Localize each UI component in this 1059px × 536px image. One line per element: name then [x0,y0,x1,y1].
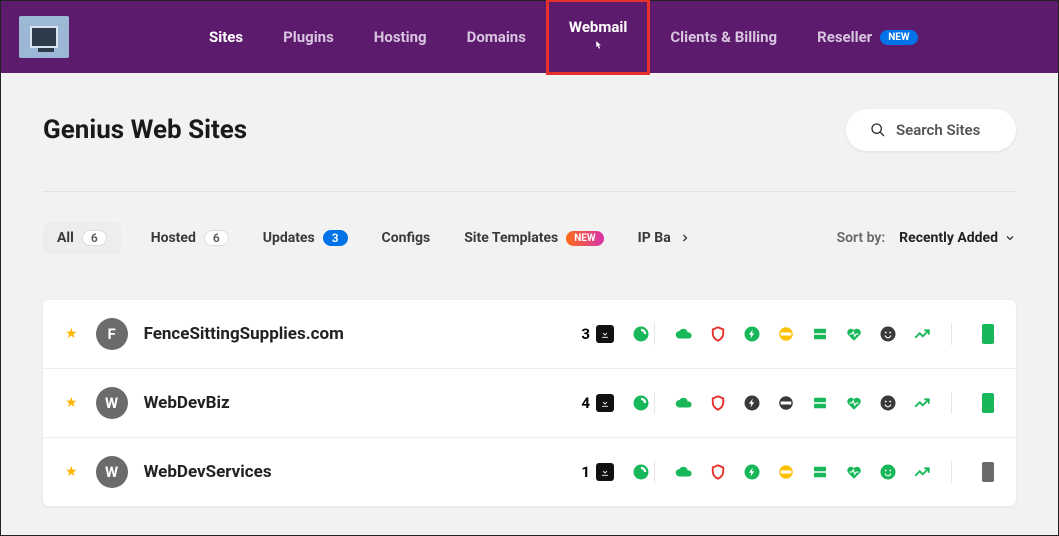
download-icon [596,325,614,343]
book-icon[interactable] [982,393,994,413]
nav-hosting[interactable]: Hosting [354,18,447,56]
star-icon[interactable]: ★ [65,464,78,480]
nav-webmail-label: Webmail [569,18,627,36]
nav-webmail[interactable]: Webmail [546,0,650,75]
update-count[interactable]: 3 [581,325,614,343]
search-placeholder-text: Search Sites [896,121,980,139]
sites-list: ★ F FenceSittingSupplies.com 3 [43,300,1016,506]
chevron-right-icon [679,232,691,244]
new-badge: NEW [880,30,917,45]
site-row[interactable]: ★ F FenceSittingSupplies.com 3 [43,300,1016,369]
cloud-icon[interactable] [675,394,693,412]
swirl-icon[interactable] [632,325,650,343]
bolt-icon[interactable] [743,463,761,481]
site-avatar: W [96,387,128,419]
tab-hosted[interactable]: Hosted 6 [147,222,233,254]
site-name[interactable]: FenceSittingSupplies.com [144,324,582,344]
heartbeat-icon[interactable] [845,463,863,481]
download-icon [596,463,614,481]
bolt-icon[interactable] [743,325,761,343]
nav-reseller[interactable]: Reseller NEW [797,18,938,56]
nav-plugins[interactable]: Plugins [263,18,354,56]
sort-label: Sort by: [837,230,886,246]
server-icon[interactable] [811,463,829,481]
site-name[interactable]: WebDevServices [144,462,582,482]
tab-updates-count: 3 [323,230,348,246]
status-icons [650,392,994,414]
nav-sites[interactable]: Sites [189,18,263,56]
update-count-value: 4 [581,394,590,412]
tab-ip-backups[interactable]: IP Ba [634,222,695,254]
smile-icon[interactable] [879,463,897,481]
new-pill: NEW [566,231,603,246]
coin-icon[interactable] [777,325,795,343]
cloud-icon[interactable] [675,325,693,343]
filter-tabs: All 6 Hosted 6 Updates 3 Configs Site Te… [43,222,1016,254]
smile-icon[interactable] [879,394,897,412]
status-icons [650,323,994,345]
page-title: Genius Web Sites [43,115,247,145]
tab-configs[interactable]: Configs [378,222,435,254]
site-avatar: F [96,318,128,350]
sort-value-text: Recently Added [899,230,998,246]
sort-dropdown[interactable]: Recently Added [899,230,1016,246]
tab-hosted-label: Hosted [151,230,196,246]
divider [43,191,1016,192]
sort-control: Sort by: Recently Added [837,230,1016,246]
brand-logo[interactable] [19,16,69,58]
shield-icon[interactable] [709,325,727,343]
book-icon[interactable] [982,462,994,482]
update-count-value: 3 [581,325,590,343]
nav-domains[interactable]: Domains [447,18,546,56]
bolt-icon[interactable] [743,394,761,412]
update-count[interactable]: 4 [581,394,614,412]
cloud-icon[interactable] [675,463,693,481]
tab-templates-label: Site Templates [464,230,558,246]
swirl-icon[interactable] [632,463,650,481]
page-content: Genius Web Sites Search Sites All 6 Host… [1,73,1058,506]
tab-site-templates[interactable]: Site Templates NEW [460,222,607,254]
book-icon[interactable] [982,324,994,344]
site-row[interactable]: ★ W WebDevServices 1 [43,438,1016,506]
cursor-pointer-icon [591,38,605,56]
tab-updates[interactable]: Updates 3 [259,222,352,254]
top-navbar: Sites Plugins Hosting Domains Webmail Cl… [1,1,1058,73]
site-name[interactable]: WebDevBiz [144,393,582,413]
tab-updates-label: Updates [263,230,315,246]
coin-icon[interactable] [777,463,795,481]
trend-icon[interactable] [913,325,931,343]
site-avatar: W [96,456,128,488]
tab-all-count: 6 [82,230,107,246]
tab-hosted-count: 6 [204,230,229,246]
download-icon [596,394,614,412]
site-row[interactable]: ★ W WebDevBiz 4 [43,369,1016,438]
star-icon[interactable]: ★ [65,395,78,411]
chevron-down-icon [1004,232,1016,244]
tab-all-label: All [57,230,74,246]
server-icon[interactable] [811,325,829,343]
primary-nav: Sites Plugins Hosting Domains Webmail Cl… [189,0,938,75]
trend-icon[interactable] [913,463,931,481]
status-icons [650,461,994,483]
star-icon[interactable]: ★ [65,326,78,342]
heartbeat-icon[interactable] [845,325,863,343]
coin-icon[interactable] [777,394,795,412]
update-count[interactable]: 1 [581,463,614,481]
update-count-value: 1 [581,463,590,481]
nav-clients-billing[interactable]: Clients & Billing [650,18,797,56]
heartbeat-icon[interactable] [845,394,863,412]
tab-all[interactable]: All 6 [43,222,121,254]
nav-reseller-label: Reseller [817,28,872,46]
search-icon [870,122,886,138]
shield-icon[interactable] [709,463,727,481]
swirl-icon[interactable] [632,394,650,412]
shield-icon[interactable] [709,394,727,412]
server-icon[interactable] [811,394,829,412]
tab-backups-label: IP Ba [638,230,671,246]
smile-icon[interactable] [879,325,897,343]
trend-icon[interactable] [913,394,931,412]
search-sites[interactable]: Search Sites [846,109,1016,151]
